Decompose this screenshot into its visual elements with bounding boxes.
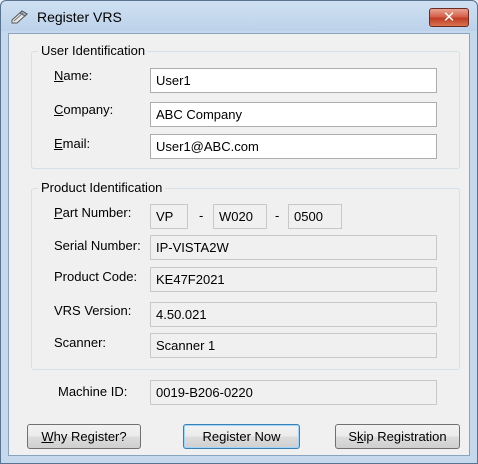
email-label: Email: [54, 136, 91, 151]
pencil-icon [11, 10, 28, 24]
close-button[interactable]: ✕ [429, 8, 469, 27]
product-code-label: Product Code: [54, 269, 138, 284]
machine-id-field: 0019-B206-0220 [150, 380, 437, 405]
part-number-field-2: W020 [213, 204, 267, 229]
vrs-version-field: 4.50.021 [150, 302, 437, 327]
register-vrs-window: Register VRS ✕ User Identification Name:… [0, 0, 478, 464]
why-register-button[interactable]: Why Register? [27, 424, 141, 449]
skip-registration-button[interactable]: Skip Registration [335, 424, 460, 449]
window-title: Register VRS [37, 9, 122, 25]
user-identification-title: User Identification [38, 43, 149, 58]
serial-number-field: IP-VISTA2W [150, 235, 437, 260]
product-code-field: KE47F2021 [150, 267, 437, 292]
part-number-label: Part Number: [54, 205, 132, 220]
title-bar[interactable]: Register VRS ✕ [1, 1, 477, 33]
register-now-button[interactable]: Register Now [183, 424, 300, 449]
serial-number-label: Serial Number: [54, 238, 141, 253]
company-field[interactable]: ABC Company [150, 102, 437, 127]
company-label: Company: [54, 102, 114, 117]
machine-id-label: Machine ID: [58, 384, 128, 399]
name-label: Name: [54, 68, 93, 83]
part-number-separator-1: - [199, 208, 204, 223]
part-number-field-1: VP [150, 204, 188, 229]
scanner-label: Scanner: [54, 335, 107, 350]
email-field[interactable]: User1@ABC.com [150, 134, 437, 159]
dialog-client-area: User Identification Name: User1 Company:… [8, 33, 470, 456]
name-field[interactable]: User1 [150, 68, 437, 93]
scanner-field: Scanner 1 [150, 333, 437, 358]
vrs-version-label: VRS Version: [54, 303, 132, 318]
close-icon: ✕ [442, 8, 456, 26]
part-number-field-3: 0500 [288, 204, 342, 229]
product-identification-title: Product Identification [38, 180, 166, 195]
part-number-separator-2: - [275, 208, 280, 223]
